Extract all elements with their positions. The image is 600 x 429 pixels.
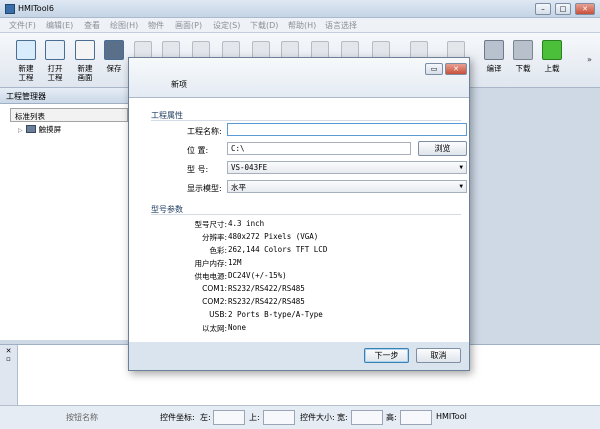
dialog-title: 新项: [171, 80, 187, 89]
close-pane-icon[interactable]: ✕: [0, 347, 17, 355]
menu-file[interactable]: 文件(F): [9, 20, 36, 31]
new-project-button[interactable]: 新建 工程: [12, 37, 40, 85]
open-project-icon: [45, 40, 65, 60]
open-project-button[interactable]: 打开 工程: [41, 37, 69, 85]
pin-icon[interactable]: ▫: [0, 355, 17, 363]
minimize-button[interactable]: –: [535, 3, 551, 15]
window-title: HMITool6: [18, 4, 54, 13]
dialog-footer: 下一步 取消: [129, 342, 469, 370]
dialog-body: 工程属性 工程名称: 位 置: C:\ 浏览 型 号: VS-043FE ▼ 显示…: [129, 98, 469, 342]
status-size-label: 控件大小:: [300, 413, 335, 422]
output-side-bar: ✕ ▫: [0, 345, 18, 406]
touchscreen-icon: [25, 125, 36, 133]
menu-screen[interactable]: 画面(P): [175, 20, 202, 31]
status-top-label: 上:: [249, 413, 260, 422]
divider: [151, 214, 461, 215]
expand-arrow-icon[interactable]: ▷: [18, 127, 23, 134]
download-button[interactable]: 下载: [509, 37, 537, 85]
location-label: 位 置:: [187, 146, 209, 155]
menu-edit[interactable]: 编辑(E): [46, 20, 73, 31]
project-name-label: 工程名称:: [187, 127, 222, 136]
spec-value: 2 Ports B-type/A-Type: [228, 310, 323, 319]
status-left-label: 左:: [200, 413, 211, 422]
display-mode-value: 水平: [231, 183, 246, 192]
menu-objects[interactable]: 物件: [148, 20, 164, 31]
divider: [151, 120, 461, 121]
status-width-label: 宽:: [337, 413, 348, 422]
save-icon: [104, 40, 124, 60]
spec-label: 以太网:: [201, 324, 227, 333]
spec-value: 4.3 inch: [228, 219, 265, 228]
spec-label: COM1:: [202, 284, 227, 293]
cancel-button[interactable]: 取消: [416, 348, 461, 363]
menu-download[interactable]: 下载(D): [250, 20, 278, 31]
spec-label: 色彩:: [209, 246, 227, 255]
project-manager-title: 工程管理器: [0, 88, 133, 104]
spec-label: 用户内存:: [194, 259, 227, 268]
app-icon: [5, 4, 15, 14]
display-mode-label: 显示模型:: [187, 184, 222, 193]
upload-button[interactable]: 上载: [538, 37, 566, 85]
tree-item-touchscreen[interactable]: ▷ 触摸屏: [18, 124, 61, 135]
spec-label: 分辨率:: [201, 233, 227, 242]
dialog-close-button[interactable]: ✕: [445, 63, 467, 75]
new-project-icon: [16, 40, 36, 60]
chevron-down-icon: ▼: [459, 183, 463, 190]
tree-item-label: 触摸屏: [38, 125, 62, 134]
status-height-value: [400, 410, 432, 425]
spec-value: None: [228, 323, 247, 332]
status-button-name: 按钮名称: [66, 413, 98, 422]
compile-button[interactable]: 编译: [480, 37, 508, 85]
spec-label: USB:: [209, 310, 227, 319]
status-app-name: HMITool: [436, 412, 467, 421]
title-bar: HMITool6 – □ ✕: [0, 0, 600, 18]
save-button[interactable]: 保存: [100, 37, 128, 85]
status-top-value: [263, 410, 295, 425]
menu-view[interactable]: 查看: [84, 20, 100, 31]
hammer-icon: [484, 40, 504, 60]
maximize-button[interactable]: □: [555, 3, 571, 15]
next-button[interactable]: 下一步: [364, 348, 409, 363]
model-select-value: VS-043FE: [231, 163, 268, 172]
menu-bar: 文件(F) 编辑(E) 查看 绘图(H) 物件 画面(P) 设定(S) 下载(D…: [0, 18, 600, 33]
chevron-down-icon: ▼: [459, 164, 463, 171]
spec-label: 型号尺寸:: [194, 220, 227, 229]
model-label: 型 号:: [187, 165, 209, 174]
close-button[interactable]: ✕: [575, 3, 595, 15]
spec-value: RS232/RS422/RS485: [228, 297, 305, 306]
spec-label: COM2:: [202, 297, 227, 306]
project-manager-panel: 工程管理器 标准列表 ▷ 触摸屏: [0, 88, 133, 340]
menu-language[interactable]: 语言选择: [325, 20, 357, 31]
toolbar-overflow-icon[interactable]: »: [587, 55, 592, 64]
spec-value: DC24V(+/-15%): [228, 271, 287, 280]
status-left-value: [213, 410, 245, 425]
spec-value: 480x272 Pixels (VGA): [228, 232, 319, 241]
download-arrow-icon: [513, 40, 533, 60]
model-select[interactable]: VS-043FE ▼: [227, 161, 467, 174]
status-coord-label: 控件坐标:: [160, 413, 195, 422]
dialog-restore-button[interactable]: ▭: [425, 63, 443, 75]
spec-value: RS232/RS422/RS485: [228, 284, 305, 293]
dialog-header: 新项 ▭ ✕: [129, 58, 469, 98]
new-screen-icon: [75, 40, 95, 60]
upload-arrow-icon: [542, 40, 562, 60]
spec-value: 262,144 Colors TFT LCD: [228, 245, 328, 254]
status-height-label: 高:: [386, 413, 397, 422]
menu-draw[interactable]: 绘图(H): [110, 20, 138, 31]
location-input[interactable]: C:\: [227, 142, 411, 155]
status-bar: 按钮名称 控件坐标: 左: 上: 控件大小: 宽: 高: HMITool: [0, 405, 600, 429]
list-header[interactable]: 标准列表: [10, 108, 128, 122]
spec-label: 供电电源:: [194, 272, 227, 281]
menu-help[interactable]: 帮助(H): [288, 20, 316, 31]
menu-settings[interactable]: 设定(S): [213, 20, 240, 31]
spec-value: 12M: [228, 258, 242, 267]
browse-button[interactable]: 浏览: [418, 141, 467, 156]
display-mode-select[interactable]: 水平 ▼: [227, 180, 467, 193]
status-width-value: [351, 410, 383, 425]
new-screen-button[interactable]: 新建 画面: [71, 37, 99, 85]
project-name-input[interactable]: [227, 123, 467, 136]
new-project-dialog: 新项 ▭ ✕ 工程属性 工程名称: 位 置: C:\ 浏览 型 号: VS-04…: [128, 57, 470, 371]
